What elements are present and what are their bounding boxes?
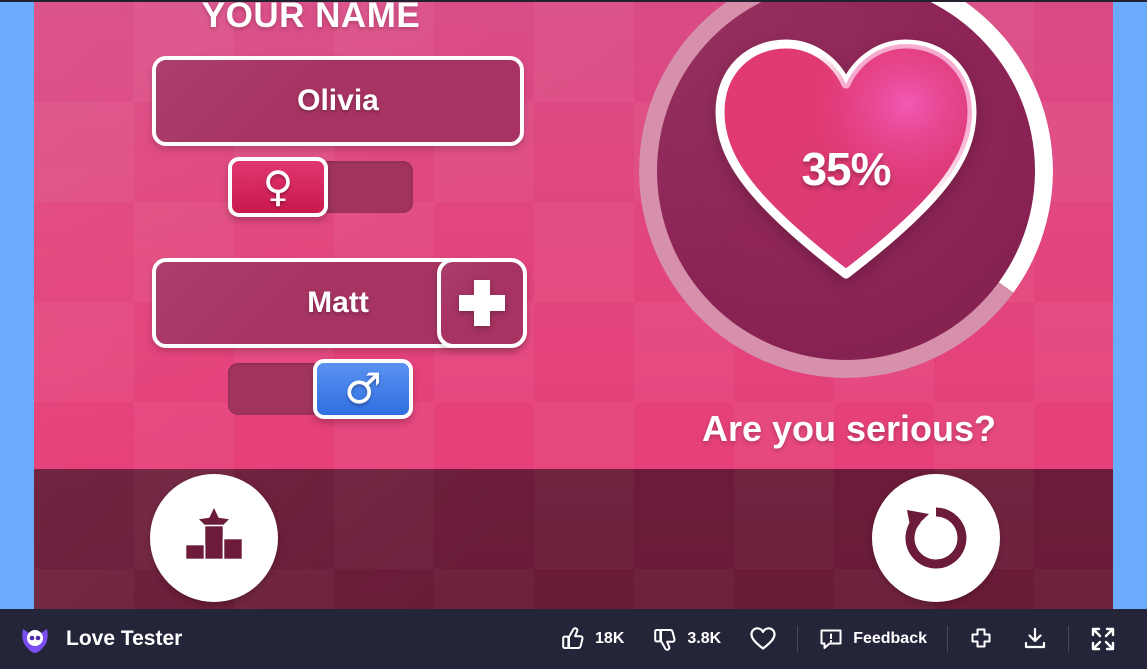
gamepad-icon (971, 628, 991, 648)
download-icon (1024, 627, 1046, 649)
verdict-text: Are you serious? (701, 408, 997, 449)
gender-toggle-two-knob[interactable]: ♂ (313, 359, 413, 419)
match-percentage: 35% (801, 143, 891, 195)
name-input-one[interactable]: Olivia (152, 56, 524, 146)
game-page: YOUR NAME Olivia ♀ Matt ♂ 35% Are you se… (0, 0, 1147, 669)
feedback-label: Feedback (853, 630, 927, 647)
game-stage: YOUR NAME Olivia ♀ Matt ♂ 35% Are you se… (34, 2, 1113, 609)
male-symbol-icon: ♂ (344, 364, 382, 413)
female-symbol-icon: ♀ (262, 162, 294, 211)
poki-owl-logo-icon (18, 622, 52, 656)
leaderboard-button[interactable] (150, 474, 278, 602)
feedback-icon (820, 629, 842, 649)
stage-upper-area: YOUR NAME Olivia ♀ Matt ♂ 35% Are you se… (34, 2, 1113, 469)
footer-bar: Love Tester 18K 3.8K Feedback (0, 609, 1147, 669)
gamepad-button[interactable] (954, 626, 1008, 652)
page-title: YOUR NAME (201, 2, 421, 35)
name-input-two-value: Matt (307, 286, 369, 319)
like-count: 18K (595, 630, 625, 647)
dislike-count: 3.8K (687, 630, 722, 647)
footer-game-title: Love Tester (66, 627, 183, 650)
download-button[interactable] (1008, 626, 1062, 652)
top-edge-strip (0, 0, 1147, 2)
dislike-button[interactable]: 3.8K (638, 626, 735, 652)
footer-brand[interactable]: Love Tester (18, 622, 182, 656)
heart-outline-icon (750, 627, 776, 650)
leaderboard-icon (184, 508, 244, 561)
replay-button[interactable] (872, 474, 1000, 602)
stage-lower-area (34, 469, 1113, 609)
fullscreen-button[interactable] (1075, 625, 1131, 653)
add-person-button[interactable] (437, 258, 527, 348)
gender-toggle-two[interactable]: ♂ (228, 359, 413, 419)
footer-divider-one (797, 626, 799, 652)
fullscreen-icon (1091, 627, 1115, 651)
gender-toggle-one[interactable]: ♀ (228, 157, 413, 217)
plus-icon (459, 280, 505, 326)
footer-divider-two (947, 626, 948, 652)
like-button[interactable]: 18K (546, 626, 638, 652)
replay-icon (905, 507, 967, 569)
love-result-gauge: 35% Are you serious? (639, 2, 1113, 449)
footer-divider-three (1068, 626, 1069, 652)
favorite-button[interactable] (735, 625, 791, 653)
input-panel: YOUR NAME Olivia ♀ Matt ♂ (86, 2, 576, 469)
footer-actions: 18K 3.8K Feedback (546, 625, 1131, 653)
feedback-button[interactable]: Feedback (804, 626, 941, 652)
thumbs-up-icon (562, 627, 584, 649)
thumbs-down-icon (654, 629, 676, 651)
gender-toggle-one-knob[interactable]: ♀ (228, 157, 328, 217)
name-input-one-value: Olivia (297, 84, 379, 117)
